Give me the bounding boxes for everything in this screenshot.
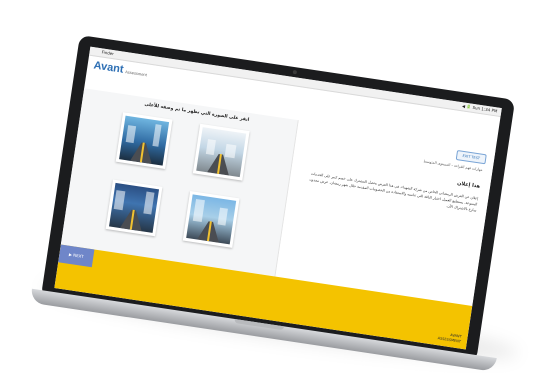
logo-text: Avant [92, 59, 125, 76]
menu-status: ◀︎ 🔋 Sun 1:34 PM [461, 103, 498, 114]
menu-app-name[interactable]: Finder [101, 48, 114, 58]
city-road-image-1 [119, 115, 170, 166]
city-road-image-4 [186, 194, 237, 245]
passage-body: إعلان عن العرض الرمضاني الخاص من شركة ال… [308, 171, 479, 213]
answer-option-2[interactable] [192, 123, 250, 181]
exit-test-button[interactable]: EXIT TEST [455, 150, 487, 165]
passage-panel: EXIT TEST مهارات فهم القراءة – المستوى ا… [275, 120, 496, 306]
footer-brand: AVANT ASSESSMENT [437, 331, 462, 344]
city-road-image-2 [196, 127, 247, 178]
laptop-scene: Finder ◀︎ 🔋 Sun 1:34 PM AvantAssessment … [0, 0, 539, 373]
next-button[interactable]: ▶ NEXT [58, 244, 95, 268]
answer-option-4[interactable] [182, 190, 240, 248]
logo-sub: Assessment [124, 69, 148, 78]
answer-panel: انقر على الصورة التي تظهر ما تم وصفه للأ… [60, 88, 299, 277]
laptop: Finder ◀︎ 🔋 Sun 1:34 PM AvantAssessment … [29, 35, 525, 373]
answer-option-3[interactable] [105, 179, 163, 237]
webcam [292, 69, 298, 75]
city-road-image-3 [109, 182, 160, 233]
answer-option-1[interactable] [115, 112, 173, 170]
passage-title: هذا إعلان [456, 180, 481, 190]
